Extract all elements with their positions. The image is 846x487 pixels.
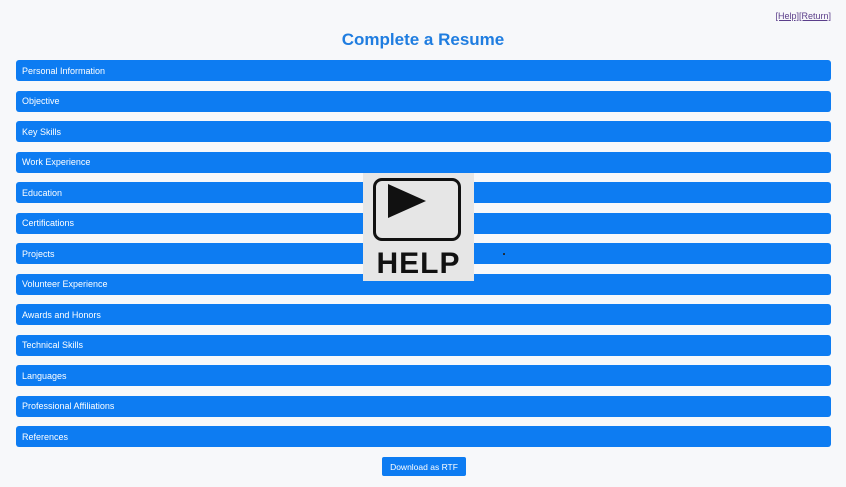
cursor-dot — [503, 253, 505, 255]
return-link[interactable]: [Return] — [799, 11, 831, 21]
section-technical-skills[interactable]: Technical Skills — [16, 334, 831, 356]
section-awards-and-honors[interactable]: Awards and Honors — [16, 304, 831, 325]
section-professional-affiliations[interactable]: Professional Affiliations — [16, 395, 831, 417]
section-work-experience[interactable]: Work Experience — [16, 151, 831, 173]
play-icon — [388, 184, 426, 218]
help-overlay-label: HELP — [376, 247, 461, 280]
top-links: [Help][Return] — [775, 11, 831, 22]
section-key-skills[interactable]: Key Skills — [16, 121, 831, 142]
section-references[interactable]: References — [16, 426, 831, 447]
download-rtf-button[interactable]: Download as RTF — [382, 457, 466, 476]
help-link[interactable]: [Help] — [775, 11, 799, 21]
page-title: Complete a Resume — [341, 30, 505, 49]
section-objective[interactable]: Objective — [16, 90, 831, 112]
section-personal-information[interactable]: Personal Information — [16, 60, 831, 81]
help-video-button[interactable]: HELP — [363, 173, 474, 281]
section-languages[interactable]: Languages — [16, 365, 831, 386]
